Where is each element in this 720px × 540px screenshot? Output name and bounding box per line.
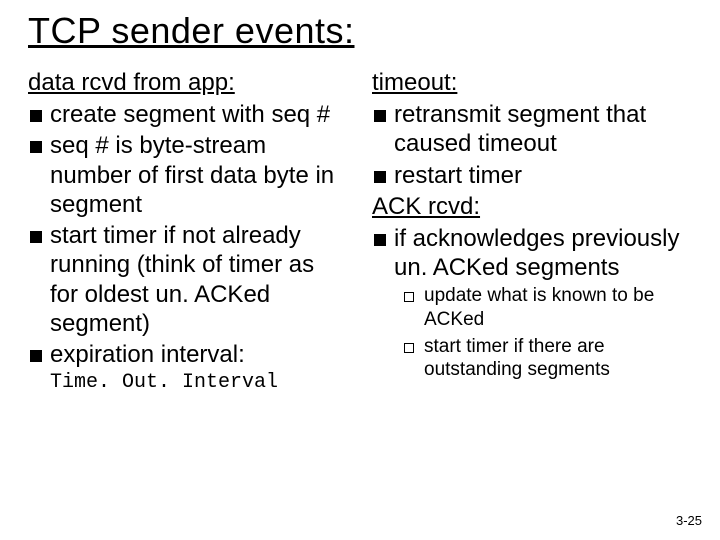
list-item: create segment with seq # <box>28 100 348 129</box>
code-text: Time. Out. Interval <box>50 371 348 394</box>
sub-list-item: update what is known to be ACKed <box>402 284 692 330</box>
left-column: data rcvd from app: create segment with … <box>28 66 348 394</box>
right-list-2: if acknowledges previously un. ACKed seg… <box>372 224 692 283</box>
content-columns: data rcvd from app: create segment with … <box>28 66 692 394</box>
list-item: if acknowledges previously un. ACKed seg… <box>372 224 692 283</box>
left-heading: data rcvd from app: <box>28 68 348 98</box>
left-list: create segment with seq # seq # is byte-… <box>28 100 348 369</box>
right-list-1: retransmit segment that caused timeout r… <box>372 100 692 190</box>
page-number: 3-25 <box>676 513 702 528</box>
list-item: start timer if not already running (thin… <box>28 221 348 338</box>
sub-list-item: start timer if there are outstanding seg… <box>402 335 692 381</box>
right-heading-1: timeout: <box>372 68 692 98</box>
right-heading-2: ACK rcvd: <box>372 192 692 222</box>
list-item: restart timer <box>372 161 692 190</box>
right-column: timeout: retransmit segment that caused … <box>372 66 692 394</box>
list-item: retransmit segment that caused timeout <box>372 100 692 159</box>
slide-title: TCP sender events: <box>28 10 692 52</box>
right-sublist: update what is known to be ACKed start t… <box>372 284 692 381</box>
slide: TCP sender events: data rcvd from app: c… <box>0 0 720 540</box>
list-item: expiration interval: <box>28 340 348 369</box>
list-item: seq # is byte-stream number of first dat… <box>28 131 348 219</box>
